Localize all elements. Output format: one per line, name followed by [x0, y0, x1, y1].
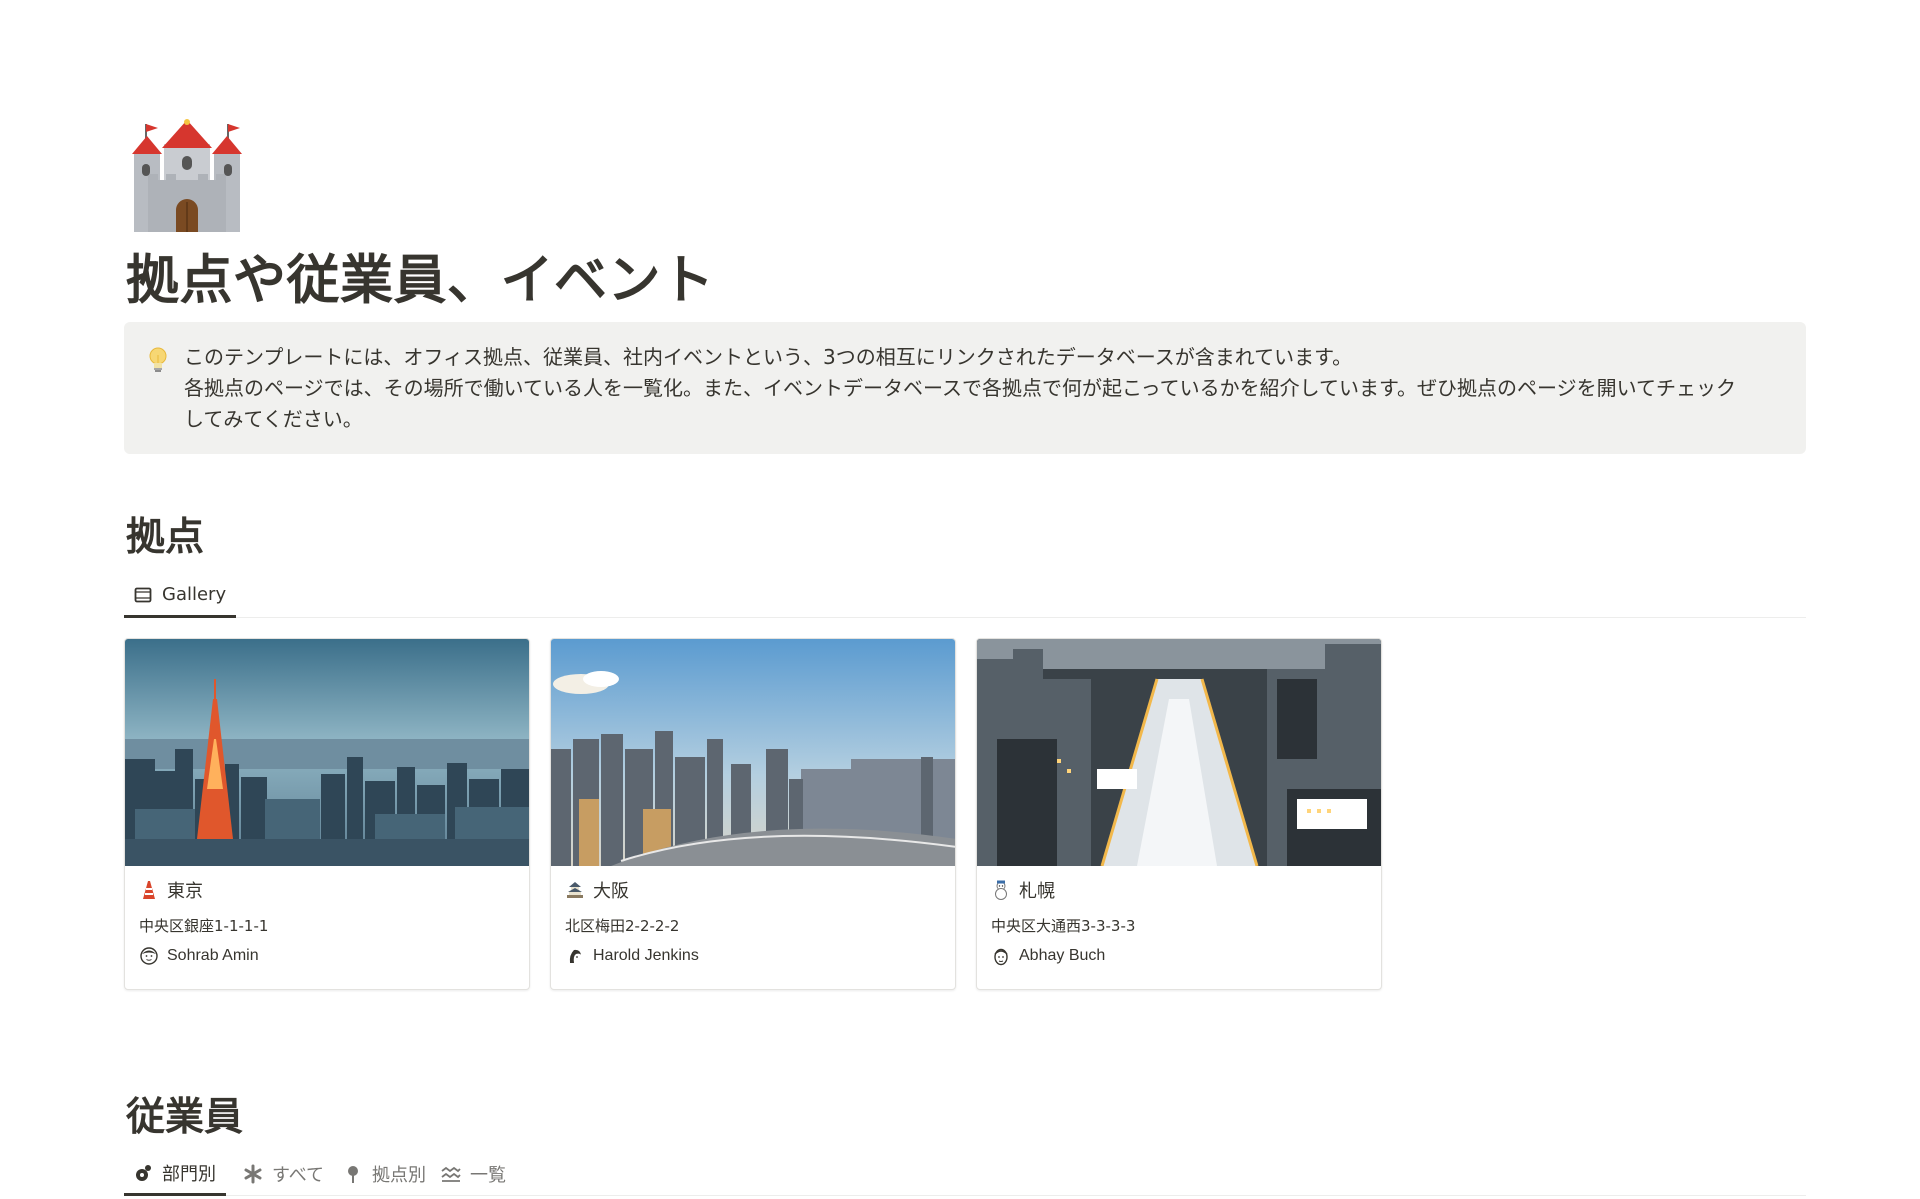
tab-list[interactable]: 一覧 [432, 1152, 514, 1196]
card-person[interactable]: Harold Jenkins [565, 946, 699, 966]
person-name: Abhay Buch [1019, 947, 1106, 964]
tab-label: 部門別 [162, 1163, 216, 1185]
castle-icon[interactable] [128, 118, 246, 236]
callout-text: このテンプレートには、オフィス拠点、従業員、社内イベントという、3つの相互にリン… [184, 342, 1784, 435]
page-title[interactable]: 拠点や従業員、イベント [126, 238, 715, 314]
card-address: 中央区銀座1-1-1-1 [139, 917, 269, 935]
avatar [565, 946, 585, 966]
tab-label: 拠点別 [372, 1165, 426, 1186]
list-waves-icon [440, 1163, 462, 1185]
tab-label: Gallery [162, 584, 227, 605]
lightbulb-icon [146, 346, 170, 374]
tokyo-skyline-image [125, 639, 529, 866]
callout-line: 各拠点のページでは、その場所で働いている人を一覧化。また、イベントデータベースで… [184, 376, 1736, 400]
location-card-osaka[interactable]: 大阪 北区梅田2-2-2-2 Harold Jenkins [550, 638, 956, 990]
card-title[interactable]: 大阪 [565, 877, 629, 903]
page: 拠点や従業員、イベント このテンプレートには、オフィス拠点、従業員、社内イベント… [0, 0, 1920, 1199]
tab-label: 一覧 [470, 1165, 506, 1186]
card-title-label: 大阪 [593, 881, 629, 902]
gallery-icon [132, 584, 154, 606]
callout[interactable]: このテンプレートには、オフィス拠点、従業員、社内イベントという、3つの相互にリン… [124, 322, 1806, 454]
card-address: 北区梅田2-2-2-2 [565, 917, 680, 935]
department-icon [132, 1162, 154, 1184]
tab-all[interactable]: すべて [234, 1152, 332, 1196]
location-card-sapporo[interactable]: 札幌 中央区大通西3-3-3-3 Abhay Buch [976, 638, 1382, 990]
osaka-skyline-image [551, 639, 955, 866]
callout-line: してみてください。 [184, 407, 363, 431]
employees-view-tabs: 部門別 すべて 拠点別 一覧 [124, 1152, 1806, 1196]
sapporo-snow-festival-image [977, 639, 1381, 866]
snowman-icon [991, 880, 1011, 900]
tab-gallery[interactable]: Gallery [124, 574, 237, 618]
card-title[interactable]: 東京 [139, 877, 203, 903]
tokyo-tower-icon [139, 880, 159, 900]
person-name: Sohrab Amin [167, 947, 259, 964]
tab-label: すべて [272, 1165, 325, 1186]
callout-line: このテンプレートには、オフィス拠点、従業員、社内イベントという、3つの相互にリン… [184, 345, 1353, 369]
card-address: 中央区大通西3-3-3-3 [991, 917, 1136, 935]
card-title-label: 札幌 [1019, 881, 1055, 902]
card-person[interactable]: Abhay Buch [991, 946, 1105, 966]
asterisk-icon [242, 1163, 264, 1185]
card-title[interactable]: 札幌 [991, 877, 1055, 903]
card-title-label: 東京 [167, 881, 203, 902]
person-name: Harold Jenkins [593, 947, 699, 964]
card-person[interactable]: Sohrab Amin [139, 946, 259, 966]
osaka-castle-icon [565, 880, 585, 900]
section-heading-employees[interactable]: 従業員 [126, 1086, 243, 1142]
avatar [139, 946, 159, 966]
pin-icon [342, 1163, 364, 1185]
tab-by-location[interactable]: 拠点別 [334, 1152, 434, 1196]
tab-department[interactable]: 部門別 [124, 1152, 226, 1196]
section-heading-locations[interactable]: 拠点 [126, 506, 204, 562]
locations-view-tabs: Gallery [124, 574, 1806, 618]
avatar [991, 946, 1011, 966]
location-card-tokyo[interactable]: 東京 中央区銀座1-1-1-1 Sohrab Amin [124, 638, 530, 990]
